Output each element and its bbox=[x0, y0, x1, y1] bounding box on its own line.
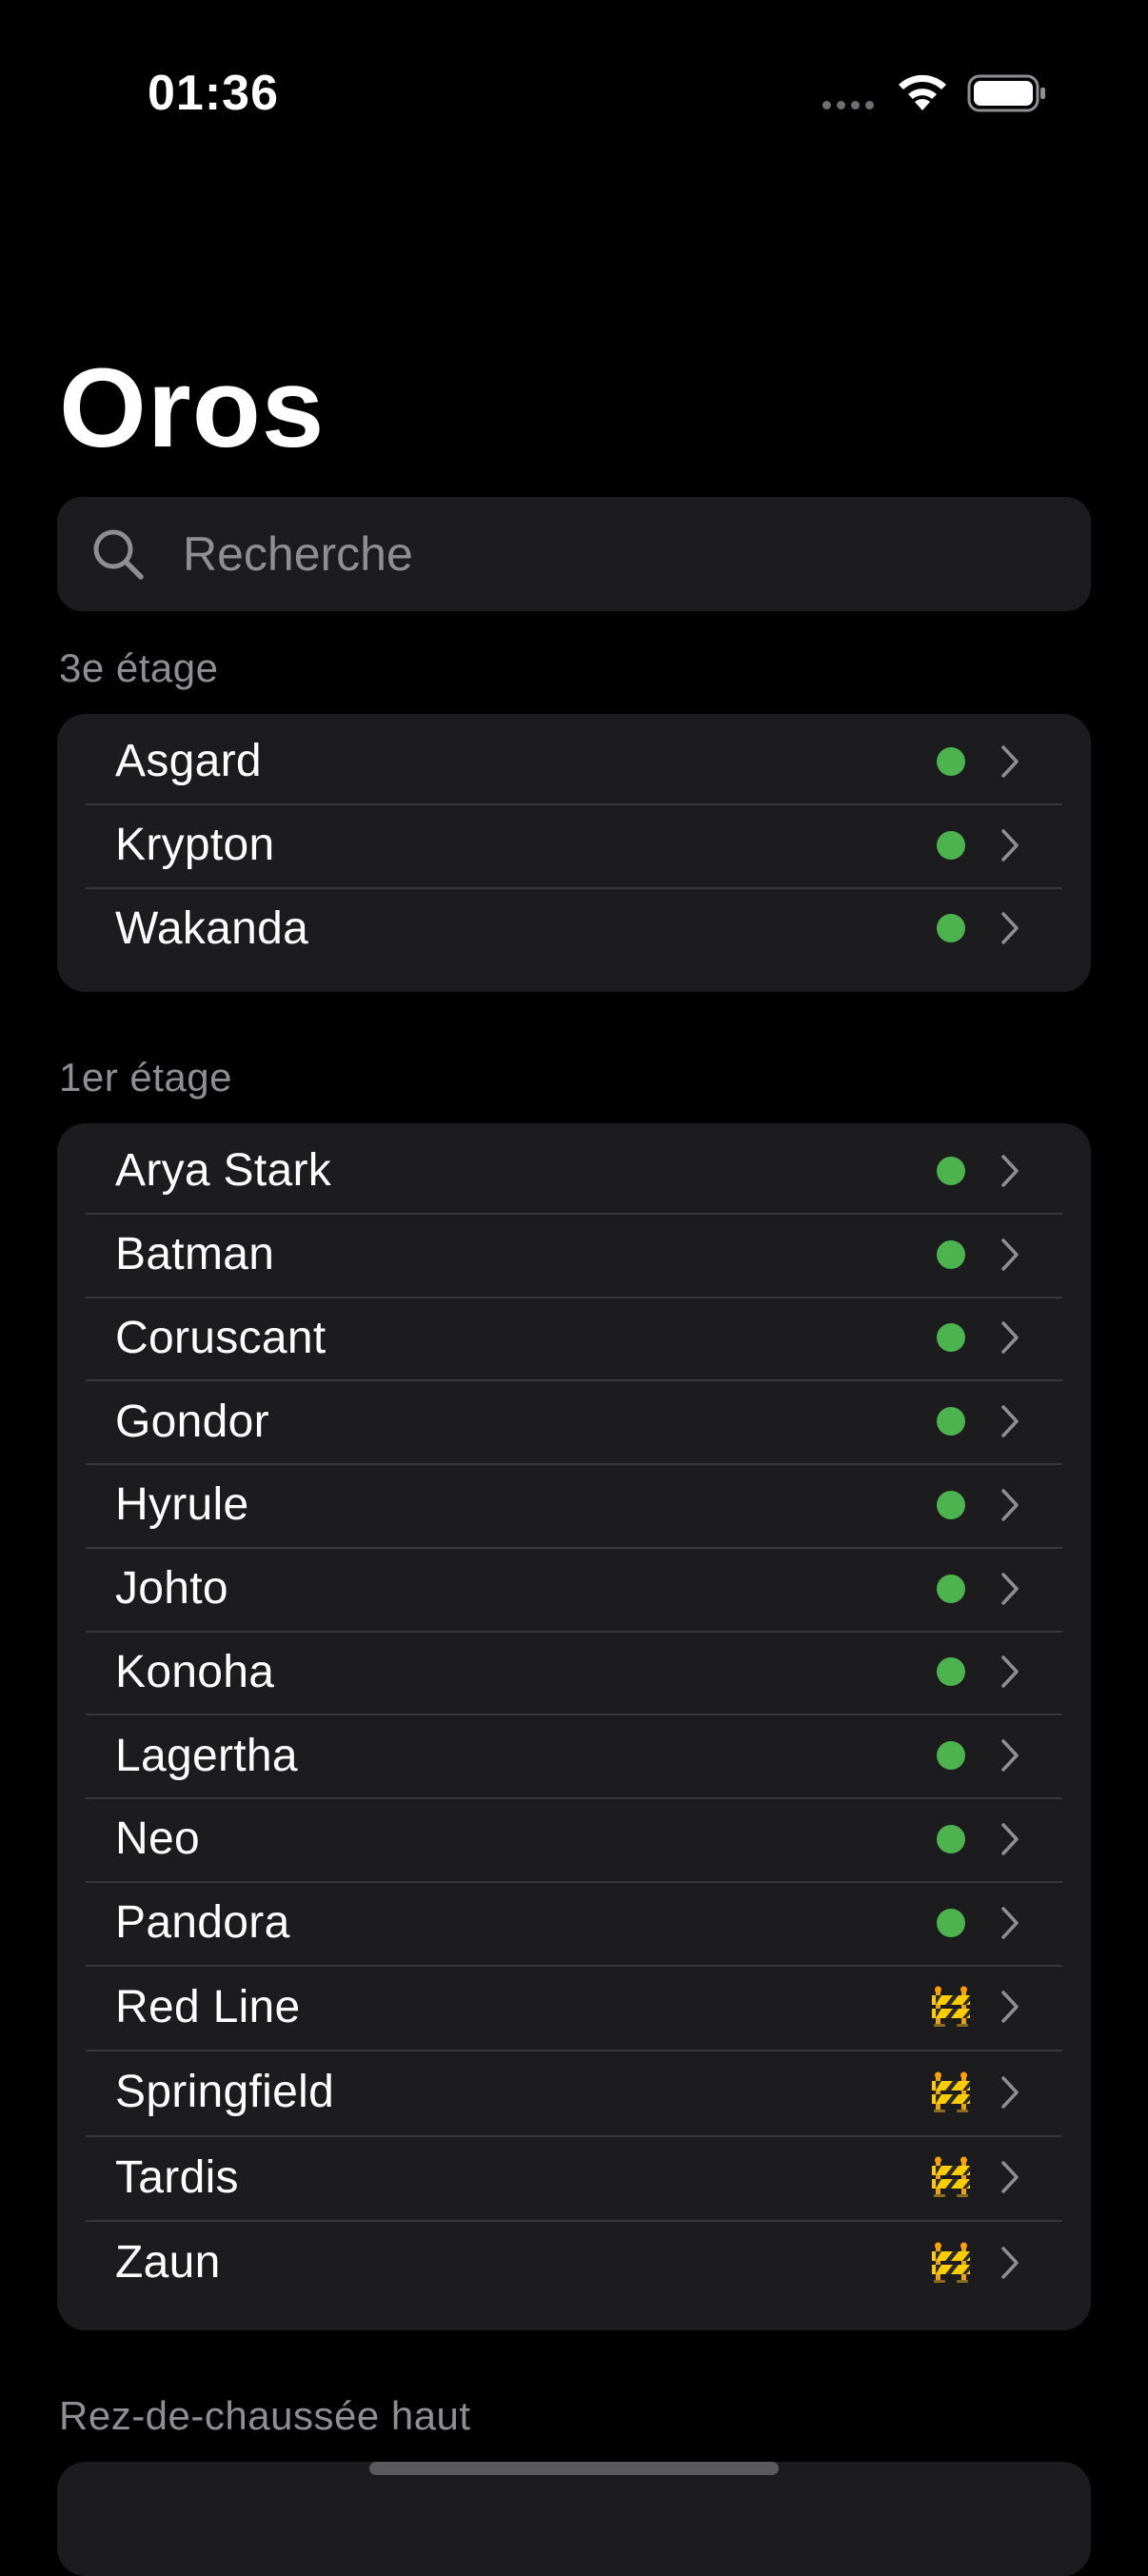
section-header-rez-de-chaussee-haut: Rez-de-chaussée haut bbox=[59, 2393, 471, 2438]
chevron-right-icon bbox=[1001, 1238, 1019, 1271]
room-name: Zaun bbox=[115, 2237, 221, 2289]
home-indicator[interactable] bbox=[369, 2462, 779, 2475]
list-item[interactable]: Zaun bbox=[57, 2220, 1091, 2306]
chevron-right-icon bbox=[1001, 912, 1019, 945]
chevron-right-icon bbox=[1001, 2076, 1019, 2109]
chevron-right-icon bbox=[1001, 745, 1019, 778]
room-name: Red Line bbox=[115, 1981, 301, 2032]
available-status-icon bbox=[937, 1490, 965, 1519]
list-item[interactable]: Hyrule bbox=[57, 1463, 1091, 1547]
room-name: Krypton bbox=[115, 820, 275, 871]
room-name: Arya Stark bbox=[115, 1145, 332, 1197]
chevron-right-icon bbox=[1001, 1321, 1019, 1355]
available-status-icon bbox=[937, 1239, 965, 1269]
room-group-rez-de-chaussee-haut bbox=[57, 2462, 1091, 2576]
construction-barrier-icon bbox=[932, 2242, 970, 2283]
wifi-icon bbox=[899, 74, 946, 110]
list-item[interactable]: Wakanda bbox=[57, 886, 1091, 971]
chevron-right-icon bbox=[1001, 2161, 1019, 2193]
chevron-right-icon bbox=[1001, 1823, 1019, 1855]
section-header-1er-etage: 1er étage bbox=[59, 1055, 232, 1100]
room-name: Coruscant bbox=[115, 1312, 327, 1363]
room-name: Gondor bbox=[115, 1396, 269, 1447]
search-input[interactable] bbox=[183, 497, 1059, 611]
available-status-icon bbox=[937, 914, 965, 943]
list-item[interactable]: Batman bbox=[57, 1212, 1091, 1297]
available-status-icon bbox=[937, 1741, 965, 1771]
construction-barrier-icon bbox=[932, 2156, 970, 2198]
room-name: Batman bbox=[115, 1229, 275, 1280]
list-item[interactable]: Gondor bbox=[57, 1379, 1091, 1463]
list-item[interactable]: Red Line bbox=[57, 1964, 1091, 2051]
status-time: 01:36 bbox=[148, 66, 279, 121]
list-item[interactable]: Asgard bbox=[57, 720, 1091, 803]
list-item[interactable]: Pandora bbox=[57, 1880, 1091, 1965]
list-item[interactable]: Tardis bbox=[57, 2134, 1091, 2221]
page-title: Oros bbox=[59, 346, 326, 471]
available-status-icon bbox=[937, 1657, 965, 1687]
room-name: Neo bbox=[115, 1813, 200, 1865]
chevron-right-icon bbox=[1001, 1489, 1019, 1521]
search-icon bbox=[93, 529, 144, 580]
room-group-3e-etage: Asgard Krypton Wakanda bbox=[57, 714, 1091, 992]
list-item[interactable]: Lagertha bbox=[57, 1714, 1091, 1797]
room-name: Pandora bbox=[115, 1897, 290, 1949]
chevron-right-icon bbox=[1001, 1655, 1019, 1689]
available-status-icon bbox=[937, 830, 965, 860]
list-item[interactable]: Springfield bbox=[57, 2050, 1091, 2135]
chevron-right-icon bbox=[1001, 1572, 1019, 1605]
room-name: Tardis bbox=[115, 2151, 239, 2203]
room-name: Springfield bbox=[115, 2067, 335, 2118]
chevron-right-icon bbox=[1001, 1906, 1019, 1939]
construction-barrier-icon bbox=[932, 2071, 970, 2112]
section-header-3e-etage: 3e étage bbox=[59, 645, 219, 690]
room-name: Wakanda bbox=[115, 902, 309, 954]
search-bar[interactable] bbox=[57, 497, 1091, 611]
construction-barrier-icon bbox=[932, 1986, 970, 2028]
list-item[interactable]: Johto bbox=[57, 1546, 1091, 1631]
room-name: Hyrule bbox=[115, 1479, 249, 1531]
chevron-right-icon bbox=[1001, 1739, 1019, 1772]
room-group-1er-etage: Arya Stark Batman Coruscant Gondor Hyrule Joh… bbox=[57, 1123, 1091, 2330]
list-item[interactable]: Arya Stark bbox=[57, 1129, 1091, 1213]
available-status-icon bbox=[937, 746, 965, 776]
available-status-icon bbox=[937, 1908, 965, 1937]
available-status-icon bbox=[937, 1574, 965, 1603]
list-item[interactable]: Krypton bbox=[57, 803, 1091, 887]
available-status-icon bbox=[937, 1824, 965, 1853]
list-item[interactable]: Neo bbox=[57, 1797, 1091, 1881]
room-name: Johto bbox=[115, 1563, 228, 1615]
chevron-right-icon bbox=[1001, 2247, 1019, 2279]
available-status-icon bbox=[937, 1407, 965, 1437]
chevron-right-icon bbox=[1001, 828, 1019, 862]
chevron-right-icon bbox=[1001, 1991, 1019, 2023]
status-bar: 01:36 bbox=[0, 0, 1148, 190]
list-item[interactable]: Konoha bbox=[57, 1630, 1091, 1714]
room-name: Konoha bbox=[115, 1646, 275, 1697]
chevron-right-icon bbox=[1001, 1405, 1019, 1437]
chevron-right-icon bbox=[1001, 1155, 1019, 1187]
battery-icon bbox=[967, 74, 1045, 112]
room-name: Lagertha bbox=[115, 1730, 298, 1781]
available-status-icon bbox=[937, 1323, 965, 1353]
room-name: Asgard bbox=[115, 736, 262, 787]
list-item[interactable]: Coruscant bbox=[57, 1296, 1091, 1380]
available-status-icon bbox=[937, 1156, 965, 1185]
cellular-signal-icon bbox=[822, 101, 874, 109]
